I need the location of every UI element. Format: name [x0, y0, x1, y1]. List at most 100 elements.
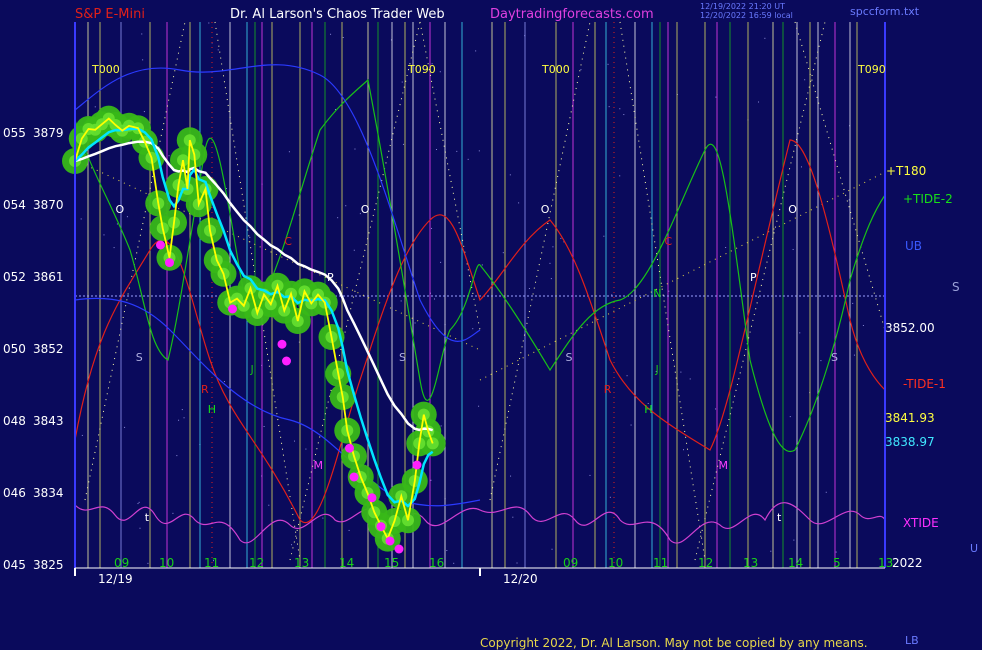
star-dot	[800, 166, 802, 168]
star-dot	[689, 378, 691, 380]
y-tick-price: 3879	[33, 126, 64, 140]
star-dot	[440, 425, 442, 427]
star-dot	[481, 264, 483, 266]
annotation-letter: S	[136, 351, 143, 364]
annotation-letter: O	[116, 203, 125, 216]
star-dot	[263, 426, 265, 428]
y-tick-price: 3843	[33, 414, 64, 428]
tide2-label: +TIDE-2	[903, 192, 953, 206]
star-dot	[337, 217, 339, 219]
y-tick-code: 050	[3, 342, 26, 356]
price-label-a: 3852.00	[885, 321, 935, 335]
annotation-letter: J	[655, 363, 659, 376]
x-tick-label: 11	[653, 556, 668, 570]
star-dot	[354, 148, 356, 150]
top-label-t000-1: T000	[91, 63, 120, 76]
star-dot	[549, 262, 551, 264]
low-marker	[385, 536, 395, 546]
y-tick-price: 3861	[33, 270, 64, 284]
star-dot	[560, 237, 562, 239]
star-dot	[147, 562, 149, 564]
x-tick-label: 14	[788, 556, 803, 570]
star-dot	[630, 424, 632, 426]
star-dot	[609, 496, 611, 498]
star-dot	[516, 562, 518, 564]
star-dot	[509, 174, 511, 176]
timestamp-ut: 12/19/2022 21:20 UT	[700, 2, 785, 11]
annotation-letter: C	[284, 235, 292, 248]
x-tick-label: 12	[249, 556, 264, 570]
star-dot	[176, 455, 178, 457]
x-tick-label: 16	[429, 556, 444, 570]
star-dot	[603, 235, 605, 237]
star-dot	[126, 216, 128, 218]
x-tick-label: 14	[339, 556, 354, 570]
star-dot	[770, 550, 772, 552]
copyright: Copyright 2022, Dr. Al Larson. May not b…	[480, 636, 868, 650]
star-dot	[330, 33, 332, 35]
star-dot	[305, 448, 307, 450]
star-dot	[792, 248, 794, 250]
y-tick-price: 3870	[33, 198, 64, 212]
star-dot	[435, 148, 437, 150]
star-dot	[518, 202, 520, 204]
ub-label: UB	[905, 239, 922, 253]
low-marker	[282, 356, 291, 366]
star-dot	[291, 544, 293, 546]
site-title: Dr. Al Larson's Chaos Trader Web	[230, 7, 445, 22]
year-label: 2022	[892, 556, 923, 570]
star-dot	[512, 516, 514, 518]
annotation-letter: O	[788, 203, 797, 216]
x-tick-label: 09	[563, 556, 578, 570]
star-dot	[793, 539, 795, 541]
star-dot	[400, 300, 402, 302]
star-dot	[626, 375, 628, 377]
y-tick-code: 054	[3, 198, 26, 212]
x-tick-label: 13	[878, 556, 893, 570]
annotation-letter: C	[665, 235, 673, 248]
annotation-letter: S	[831, 351, 838, 364]
tide1-label: -TIDE-1	[903, 377, 946, 391]
star-dot	[268, 504, 270, 506]
x-tick-label: 12	[698, 556, 713, 570]
y-tick-code: 048	[3, 414, 26, 428]
annotation-letter: P	[750, 271, 757, 284]
star-dot	[835, 551, 837, 553]
star-dot	[607, 63, 609, 65]
annotation-letter: J	[250, 363, 254, 376]
annotation-letter: N	[653, 287, 661, 300]
annotation-letter: H	[644, 403, 652, 416]
price-label-b: 3841.93	[885, 411, 935, 425]
star-dot	[467, 158, 469, 160]
y-tick-price: 3834	[33, 486, 64, 500]
y-tick-price: 3825	[33, 558, 64, 572]
annotation-letter: R	[604, 383, 612, 396]
star-dot	[820, 360, 822, 362]
star-dot	[345, 205, 347, 207]
star-dot	[439, 71, 441, 73]
star-dot	[440, 261, 442, 263]
annotation-letter: t	[777, 511, 782, 524]
star-dot	[446, 550, 448, 552]
star-dot	[608, 106, 610, 108]
site-url[interactable]: Daytradingforecasts.com	[490, 7, 654, 22]
star-dot	[103, 234, 105, 236]
low-marker	[277, 339, 287, 349]
star-dot	[580, 69, 582, 71]
star-dot	[293, 440, 295, 442]
star-dot	[124, 426, 126, 428]
annotation-letter: M	[314, 459, 324, 472]
star-dot	[478, 405, 480, 407]
star-dot	[683, 449, 685, 451]
star-dot	[611, 294, 613, 296]
star-dot	[804, 79, 806, 81]
s-label: S	[952, 280, 960, 294]
annotation-letter: P	[327, 271, 334, 284]
star-dot	[789, 416, 791, 418]
low-marker	[165, 258, 174, 268]
star-dot	[799, 332, 801, 334]
star-dot	[764, 37, 766, 39]
star-dot	[456, 150, 458, 152]
star-dot	[401, 81, 403, 83]
star-dot	[249, 236, 251, 238]
